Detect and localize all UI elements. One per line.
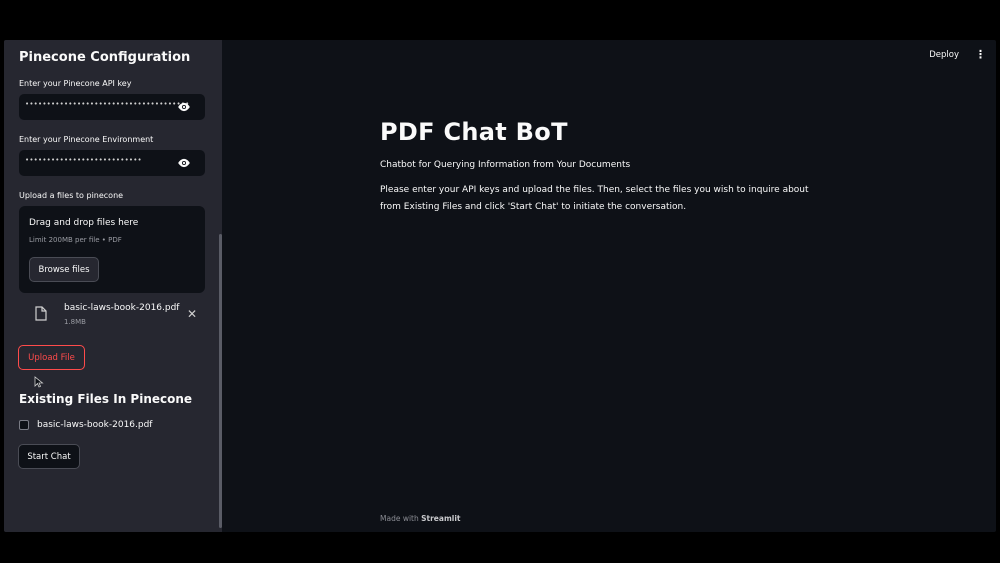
upload-label: Upload a files to pinecone [19, 191, 124, 200]
uploaded-file-item: basic-laws-book-2016.pdf 1.8MB ✕ [19, 295, 205, 335]
api-key-input[interactable]: •••••••••••••••••••••••••••••••••••••• [19, 94, 205, 120]
footer-prefix: Made with [380, 514, 422, 523]
uploaded-file-name: basic-laws-book-2016.pdf [64, 303, 180, 313]
eye-icon[interactable] [177, 157, 191, 169]
app-window: Pinecone Configuration Enter your Pineco… [4, 40, 996, 532]
uploaded-file-size: 1.8MB [64, 318, 86, 326]
api-key-label: Enter your Pinecone API key [19, 79, 132, 88]
api-key-value: •••••••••••••••••••••••••••••••••••••• [25, 100, 190, 108]
environment-input[interactable]: ••••••••••••••••••••••••••• [19, 150, 205, 176]
deploy-button[interactable]: Deploy [929, 50, 959, 60]
file-checkbox[interactable] [19, 420, 29, 430]
upload-file-button[interactable]: Upload File [18, 345, 85, 370]
dropzone-limit: Limit 200MB per file • PDF [29, 236, 122, 244]
more-menu-icon[interactable]: ⋮ [975, 48, 986, 61]
existing-file-name: basic-laws-book-2016.pdf [37, 420, 153, 430]
environment-value: ••••••••••••••••••••••••••• [25, 156, 142, 164]
sidebar-title: Pinecone Configuration [19, 50, 191, 65]
file-icon [35, 306, 47, 321]
existing-file-item[interactable]: basic-laws-book-2016.pdf [19, 420, 152, 430]
sidebar: Pinecone Configuration Enter your Pineco… [4, 40, 222, 532]
existing-files-heading: Existing Files In Pinecone [19, 392, 193, 406]
page-title: PDF Chat BoT [380, 118, 568, 146]
dropzone-title: Drag and drop files here [29, 218, 139, 228]
footer: Made with Streamlit [380, 514, 461, 523]
top-toolbar: Deploy ⋮ [929, 48, 986, 61]
browse-files-button[interactable]: Browse files [29, 257, 99, 282]
eye-icon[interactable] [177, 101, 191, 113]
main-content: PDF Chat BoT Chatbot for Querying Inform… [380, 118, 850, 216]
page-subtitle: Chatbot for Querying Information from Yo… [380, 160, 631, 170]
page-description: Please enter your API keys and upload th… [380, 185, 809, 212]
sidebar-scrollbar[interactable] [219, 234, 222, 528]
environment-label: Enter your Pinecone Environment [19, 135, 154, 144]
file-dropzone[interactable]: Drag and drop files here Limit 200MB per… [19, 206, 205, 293]
streamlit-link[interactable]: Streamlit [421, 514, 460, 523]
mouse-cursor-icon [34, 376, 44, 388]
start-chat-button[interactable]: Start Chat [18, 444, 80, 469]
close-icon[interactable]: ✕ [187, 307, 197, 321]
